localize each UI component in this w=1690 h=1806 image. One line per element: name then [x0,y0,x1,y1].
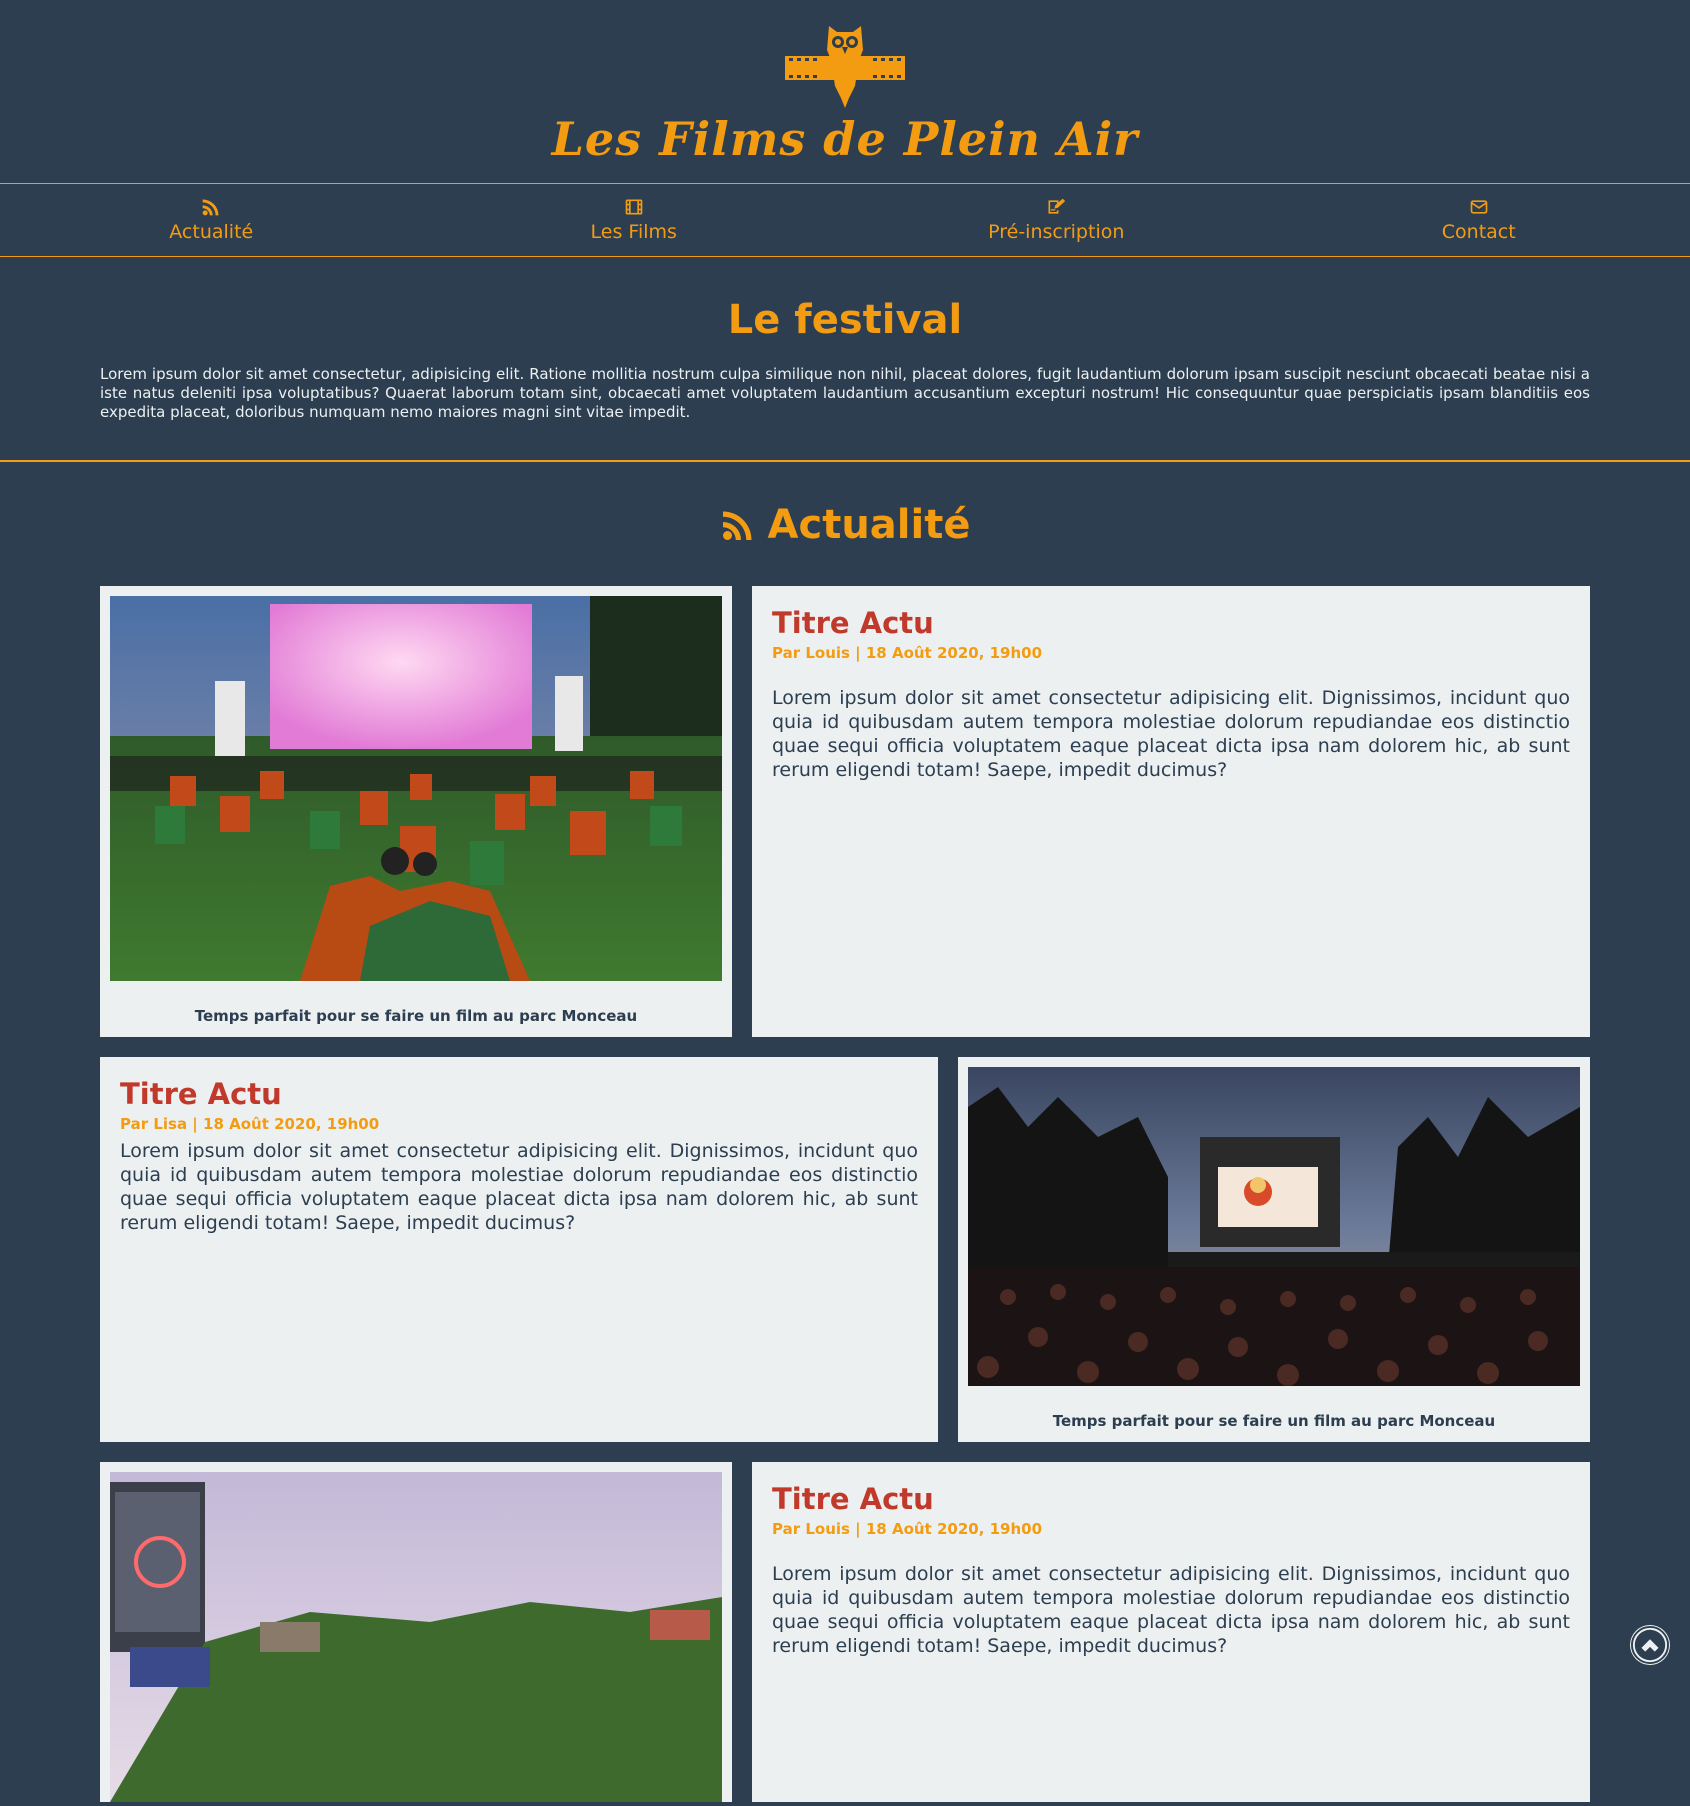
article-text-card: Titre Actu Par Louis | 18 Août 2020, 19h… [752,586,1590,1037]
festival-section: Le festival Lorem ipsum dolor sit amet c… [0,257,1690,462]
article-body: Lorem ipsum dolor sit amet consectetur a… [772,1562,1570,1658]
image-caption: Temps parfait pour se faire un film au p… [968,1412,1580,1430]
envelope-icon [1469,197,1489,217]
actualite-heading-text: Actualité [768,502,971,548]
article-image-night-screening[interactable] [968,1067,1580,1386]
nav-item-pre-inscription[interactable]: Pré-inscription [845,184,1268,256]
chevron-up-circle-icon [1631,1626,1669,1664]
rss-icon [720,507,756,543]
nav-label: Actualité [169,221,253,243]
article-row: Temps parfait pour se faire un film au p… [100,586,1590,1037]
article-title[interactable]: Titre Actu [772,1482,1570,1516]
signature-icon [1046,197,1066,217]
nav-item-les-films[interactable]: Les Films [423,184,846,256]
actualite-heading: Actualité [0,502,1690,548]
article-title[interactable]: Titre Actu [120,1077,918,1111]
article-text-card: Titre Actu Par Lisa | 18 Août 2020, 19h0… [100,1057,938,1442]
nav-label: Pré-inscription [988,221,1124,243]
nav-item-actualite[interactable]: Actualité [0,184,423,256]
site-header: Les Films de Plein Air [0,0,1690,183]
article-image-card [100,1462,732,1802]
article-text-card: Titre Actu Par Louis | 18 Août 2020, 19h… [752,1462,1590,1802]
article-row: Titre Actu Par Louis | 18 Août 2020, 19h… [100,1462,1590,1802]
main-nav: Actualité Les Films Pré-inscription Cont… [0,183,1690,257]
article-image-park-screen[interactable] [110,596,722,981]
film-icon [624,197,644,217]
article-image-card: Temps parfait pour se faire un film au p… [958,1057,1590,1442]
nav-label: Contact [1442,221,1516,243]
rss-icon [201,197,221,217]
article-body: Lorem ipsum dolor sit amet consectetur a… [772,686,1570,782]
festival-heading: Le festival [0,297,1690,343]
scroll-to-top-button[interactable] [1630,1625,1670,1665]
article-meta: Par Louis | 18 Août 2020, 19h00 [772,1520,1570,1538]
festival-text: Lorem ipsum dolor sit amet consectetur, … [100,365,1590,422]
article-meta: Par Lisa | 18 Août 2020, 19h00 [120,1115,918,1133]
article-body: Lorem ipsum dolor sit amet consectetur a… [120,1139,918,1235]
article-image-card: Temps parfait pour se faire un film au p… [100,586,732,1037]
article-meta: Par Louis | 18 Août 2020, 19h00 [772,644,1570,662]
owl-logo-icon[interactable] [785,20,905,110]
image-caption: Temps parfait pour se faire un film au p… [110,1007,722,1025]
article-image-stockholm-screen[interactable] [110,1472,722,1802]
nav-label: Les Films [591,221,677,243]
site-title: Les Films de Plein Air [0,112,1690,166]
article-title[interactable]: Titre Actu [772,606,1570,640]
article-row: Titre Actu Par Lisa | 18 Août 2020, 19h0… [100,1057,1590,1442]
nav-item-contact[interactable]: Contact [1268,184,1690,256]
